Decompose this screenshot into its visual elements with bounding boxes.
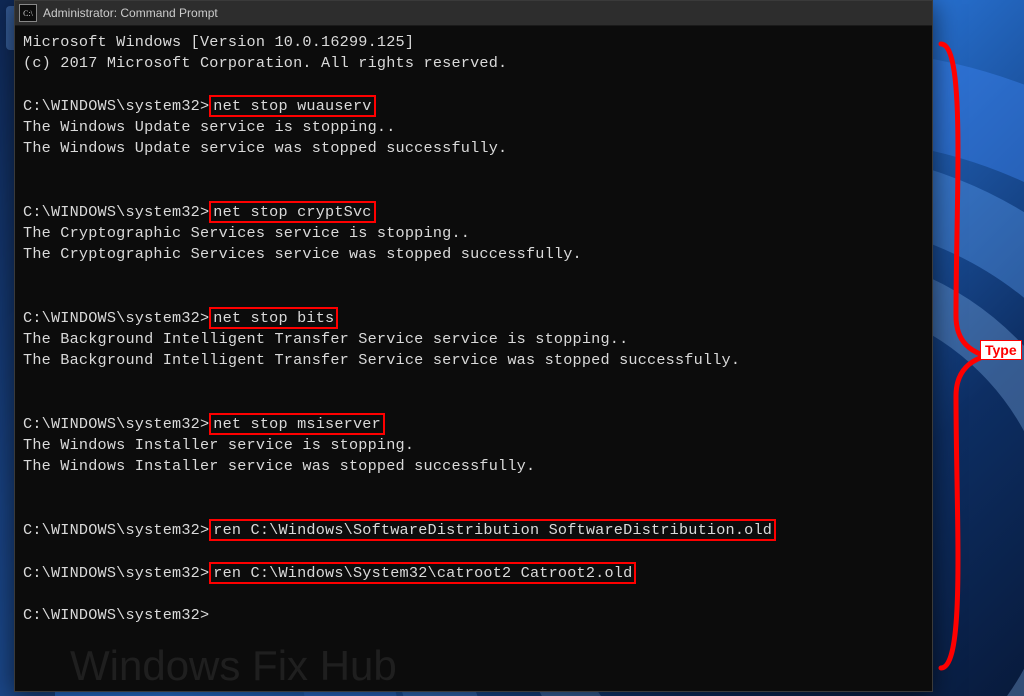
copyright-line: (c) 2017 Microsoft Corporation. All righ… [23, 54, 507, 72]
command-highlight: net stop cryptSvc [209, 201, 375, 223]
window-title: Administrator: Command Prompt [43, 6, 218, 20]
output-line: The Windows Update service was stopped s… [23, 139, 507, 157]
window-titlebar[interactable]: C:\ Administrator: Command Prompt [15, 1, 932, 26]
output-line: The Background Intelligent Transfer Serv… [23, 330, 628, 348]
terminal-output[interactable]: Microsoft Windows [Version 10.0.16299.12… [15, 26, 932, 630]
command-highlight: ren C:\Windows\System32\catroot2 Catroot… [209, 562, 636, 584]
version-line: Microsoft Windows [Version 10.0.16299.12… [23, 33, 414, 51]
prompt: C:\WINDOWS\system32> [23, 203, 209, 221]
prompt: C:\WINDOWS\system32> [23, 606, 209, 624]
annotation-type-label: Type [980, 340, 1022, 360]
output-line: The Background Intelligent Transfer Serv… [23, 351, 740, 369]
desktop-background: C:\ C:\ Administrator: Command Prompt Mi… [0, 0, 1024, 696]
command-highlight: net stop msiserver [209, 413, 385, 435]
output-line: The Cryptographic Services service is st… [23, 224, 470, 242]
prompt: C:\WINDOWS\system32> [23, 415, 209, 433]
prompt: C:\WINDOWS\system32> [23, 309, 209, 327]
prompt: C:\WINDOWS\system32> [23, 97, 209, 115]
output-line: The Cryptographic Services service was s… [23, 245, 582, 263]
prompt: C:\WINDOWS\system32> [23, 521, 209, 539]
output-line: The Windows Update service is stopping.. [23, 118, 396, 136]
cmd-icon: C:\ [19, 4, 37, 22]
output-line: The Windows Installer service is stoppin… [23, 436, 414, 454]
command-highlight: ren C:\Windows\SoftwareDistribution Soft… [209, 519, 776, 541]
command-prompt-window: C:\ Administrator: Command Prompt Micros… [14, 0, 933, 692]
prompt: C:\WINDOWS\system32> [23, 564, 209, 582]
command-highlight: net stop bits [209, 307, 338, 329]
command-highlight: net stop wuauserv [209, 95, 375, 117]
output-line: The Windows Installer service was stoppe… [23, 457, 535, 475]
